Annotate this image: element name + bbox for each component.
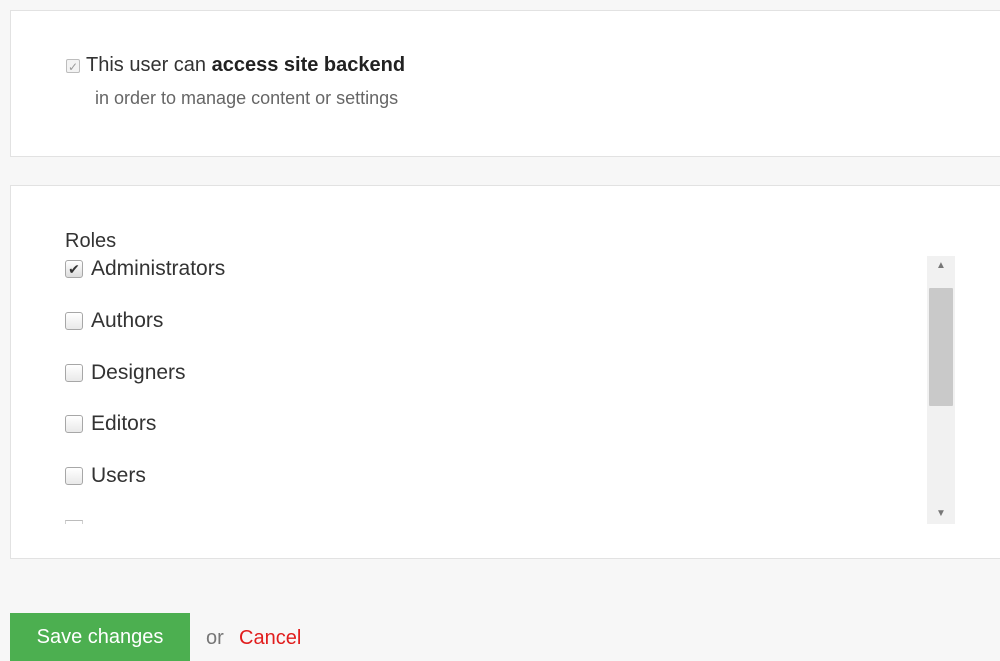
scroll-down-icon[interactable]: ▼ xyxy=(927,504,955,524)
role-label: Authors xyxy=(91,309,164,332)
backend-access-label-emphasis: access site backend xyxy=(211,54,406,76)
backend-access-label-prefix: This user can xyxy=(86,54,212,76)
role-checkbox-administrators[interactable]: ✔ xyxy=(65,260,83,278)
role-checkbox-editors[interactable] xyxy=(65,415,83,433)
roles-title: Roles xyxy=(65,230,117,252)
role-item-users[interactable]: Users xyxy=(65,463,146,489)
role-item-editors[interactable]: Editors xyxy=(65,411,156,437)
role-checkbox-designers[interactable] xyxy=(65,364,83,382)
role-item-designers[interactable]: Designers xyxy=(65,360,186,386)
backend-access-panel: ✓ This user can access site backend in o… xyxy=(10,10,1000,157)
checkmark-icon[interactable]: ✓ xyxy=(66,58,80,74)
backend-access-option[interactable]: ✓ This user can access site backend xyxy=(66,53,405,77)
roles-scrollbar[interactable]: ▲ ▼ xyxy=(927,256,955,524)
role-label: Editors xyxy=(91,412,157,435)
roles-list: ✔ Administrators Authors Designers Edito… xyxy=(65,256,939,524)
role-label: Users xyxy=(91,464,146,487)
scroll-up-icon[interactable]: ▲ xyxy=(927,256,955,276)
backend-access-label: This user can access site backend xyxy=(86,53,405,77)
role-label: Administrators xyxy=(91,257,226,280)
role-label: Designers xyxy=(91,361,186,384)
role-checkbox-authors[interactable] xyxy=(65,312,83,330)
partial-role-checkbox xyxy=(65,520,83,524)
or-text: or xyxy=(206,627,224,649)
role-item-authors[interactable]: Authors xyxy=(65,308,163,334)
roles-panel: Roles ✔ Administrators Authors Designers… xyxy=(10,185,1000,559)
scroll-thumb[interactable] xyxy=(929,288,953,406)
role-checkbox-users[interactable] xyxy=(65,467,83,485)
save-changes-button[interactable]: Save changes xyxy=(10,613,190,661)
role-item-administrators[interactable]: ✔ Administrators xyxy=(65,256,225,282)
backend-access-help-text: in order to manage content or settings xyxy=(95,88,399,108)
cancel-link[interactable]: Cancel xyxy=(239,626,301,650)
